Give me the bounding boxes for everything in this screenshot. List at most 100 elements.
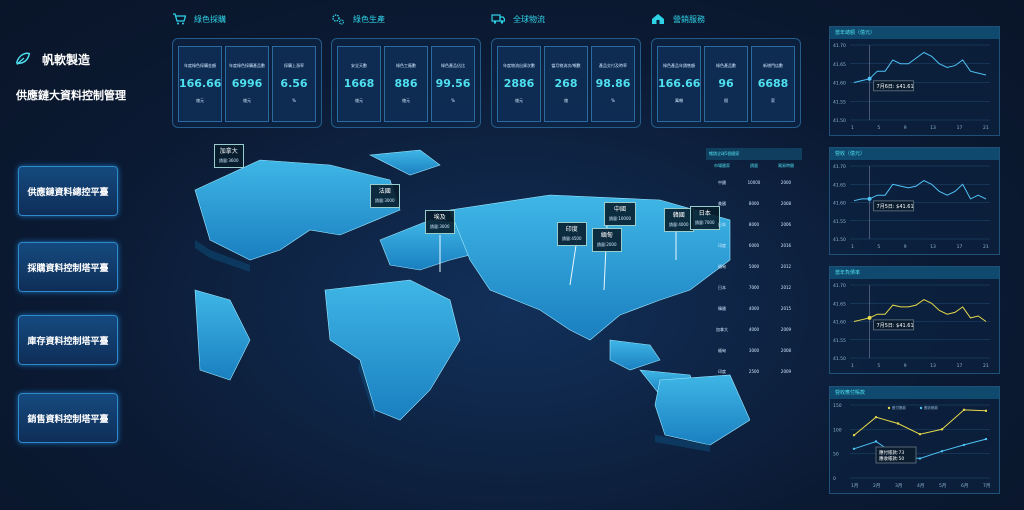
kpi-unit: 億元: [243, 98, 251, 103]
kpi-group-title: 營銷服務: [673, 14, 705, 24]
world-map[interactable]: 加拿大 銷量:3600 法國 銷量:3000 埃及 銷量:3000 印度 銷量:4500…: [190, 140, 751, 500]
line-chart[interactable]: 41.70 41.65 41.60 41.55 41.50 1 5 9 13 17 21 7月5日: …: [830, 279, 1001, 374]
kpi-unit: %: [611, 98, 615, 103]
kpi-group-title: 全球物流: [513, 14, 545, 24]
kpi-card: 綠色產品年銷售額 166.66 萬噸: [657, 46, 701, 122]
series-line: [853, 51, 987, 83]
data-point: [984, 409, 988, 413]
kpi-group-green-production: 綠色生產 安全天數 1668 億元 綠色工廠數 886 億元 綠色產品佔比 99.56%: [331, 10, 481, 128]
kpi-group-global-logistics: 全球物流 年度物流出貨次數 2886 億元 當月物流次/噸數 268 億 產品交付及時率…: [491, 10, 641, 128]
map-pin-india[interactable]: 印度 銷量:4500: [557, 222, 587, 246]
x-tick-label: 3月: [895, 483, 902, 489]
table-cell: 2009: [780, 369, 792, 374]
sales-table-title: 暢銷全球5個國家: [706, 148, 802, 160]
data-point: [874, 415, 878, 419]
kpi-value: 268: [554, 77, 578, 90]
y-tick-label: 41.55: [833, 219, 846, 225]
table-cell: 5000: [748, 264, 760, 269]
kpi-value: 96: [718, 77, 734, 90]
table-cell: 緬甸: [718, 347, 726, 353]
chart-title: 當年總額（億元）: [830, 27, 999, 39]
data-point: [940, 450, 944, 453]
kpi-unit: 家: [771, 98, 775, 103]
table-row: 緬甸 3000 2008: [706, 340, 802, 361]
pin-name: 法國: [378, 188, 391, 195]
sidebar-item-inventory[interactable]: 庫存資料控制塔平臺: [18, 315, 118, 365]
kpi-label: 產品交付及時率: [599, 63, 627, 68]
table-row: 緬甸 5000 2012: [706, 256, 802, 277]
y-tick-label: 41.60: [833, 201, 846, 207]
kpi-group-title: 綠色採購: [194, 14, 226, 24]
kpi-value: 166.66: [658, 77, 701, 90]
kpi-card: 新增門店數 6688 家: [751, 46, 795, 122]
x-tick-label: 9: [904, 363, 907, 369]
table-cell: 2000: [780, 180, 792, 185]
tooltip-text: 7月6日: $41.61: [877, 84, 914, 90]
map-pin-egypt[interactable]: 埃及 銷量:3000: [425, 210, 455, 234]
y-tick-label: 41.65: [833, 301, 846, 307]
brand: 帆軟製造: [14, 50, 90, 68]
table-cell: 2016: [780, 243, 792, 248]
kpi-label: 年度綠色採購金額: [184, 63, 216, 68]
table-cell: 中國: [718, 179, 726, 185]
pin-sales: 銷量:3600: [219, 158, 239, 163]
x-tick-label: 13: [930, 244, 936, 250]
line-chart[interactable]: 41.70 41.65 41.60 41.55 41.50 1 5 9 13 17 21 7月5日: …: [830, 160, 1001, 255]
x-tick-label: 5月: [939, 483, 946, 489]
x-tick-label: 2月: [873, 483, 880, 489]
kpi-label: 綠色產品年銷售額: [663, 63, 695, 68]
kpi-group-title: 綠色生產: [353, 14, 385, 24]
table-cell: 加拿大: [716, 326, 728, 332]
dual-line-chart[interactable]: 150 100 50 0 1月 2月 3月 4月 5月 6月 7月 應付賬款 應收帳款應付賬款:73應收…: [830, 399, 1001, 494]
table-cell: 3000: [748, 348, 760, 353]
sidebar-item-sales[interactable]: 銷售資料控制塔平臺: [18, 393, 118, 443]
table-cell: 日本: [718, 221, 726, 227]
table-cell: 8000: [748, 222, 760, 227]
chart-title: 當年負債率: [830, 267, 999, 279]
series-line: [853, 438, 987, 460]
map-pin-france[interactable]: 法國 銷量:3000: [370, 184, 400, 208]
map-pin-canada[interactable]: 加拿大銷量:3600: [214, 144, 244, 168]
data-point: [867, 196, 872, 201]
series-line: [853, 409, 987, 436]
gears-icon: [332, 14, 345, 25]
table-row: 印度 6000 2016: [706, 235, 802, 256]
data-point: [940, 428, 944, 431]
series-line: [853, 180, 987, 202]
table-cell: 2012: [780, 285, 792, 290]
kpi-value: 6.56: [280, 77, 308, 90]
cart-icon: [173, 13, 186, 25]
kpi-group-green-procurement: 綠色採購 年度綠色採購金額 166.66 億元 年度綠色採購產品數 6996 億元 採購…: [172, 10, 322, 128]
data-point: [918, 457, 922, 460]
data-point: [918, 433, 922, 436]
kpi-card: 年度綠色採購產品數 6996 億元: [225, 46, 269, 122]
sidebar-item-supply-chain[interactable]: 供應鏈資料總控平臺: [18, 166, 118, 216]
table-cell: 2006: [780, 222, 792, 227]
x-tick-label: 9: [904, 125, 907, 131]
kpi-card: 年度物流出貨次數 2886 億元: [497, 46, 541, 122]
table-cell: 4000: [748, 306, 760, 311]
x-tick-label: 21: [983, 125, 989, 131]
pin-name: 埃及: [433, 214, 446, 221]
pin-name: 加拿大: [219, 148, 238, 155]
line-chart[interactable]: 41.70 41.65 41.60 41.55 41.50 1 5 9 13 17 21 7月6日: …: [830, 39, 1001, 136]
kpi-unit: 個: [724, 98, 728, 103]
x-tick-label: 1: [851, 244, 854, 250]
y-tick-label: 41.65: [833, 62, 846, 68]
kpi-value: 6996: [231, 77, 263, 90]
sidebar-item-label: 採購資料控制塔平臺: [27, 263, 109, 274]
column-header: 銷量: [750, 163, 758, 168]
sidebar-item-label: 供應鏈資料總控平臺: [27, 187, 109, 198]
y-tick-label: 41.60: [833, 320, 846, 326]
data-point: [867, 76, 872, 81]
x-tick-label: 21: [983, 363, 989, 369]
legend-marker: [919, 406, 923, 410]
y-tick-label: 41.50: [833, 237, 846, 243]
pin-sales: 銷量:2000: [597, 242, 617, 247]
x-tick-label: 4月: [917, 483, 924, 489]
map-pin-myanmar[interactable]: 緬甸 銷量:2000: [592, 228, 622, 252]
sidebar-item-procurement[interactable]: 採購資料控制塔平臺: [18, 242, 118, 292]
table-cell: 印度: [718, 368, 726, 374]
map-pin-china[interactable]: 中國 銷量:10000: [604, 202, 637, 226]
column-header: 市場國家: [714, 163, 730, 168]
